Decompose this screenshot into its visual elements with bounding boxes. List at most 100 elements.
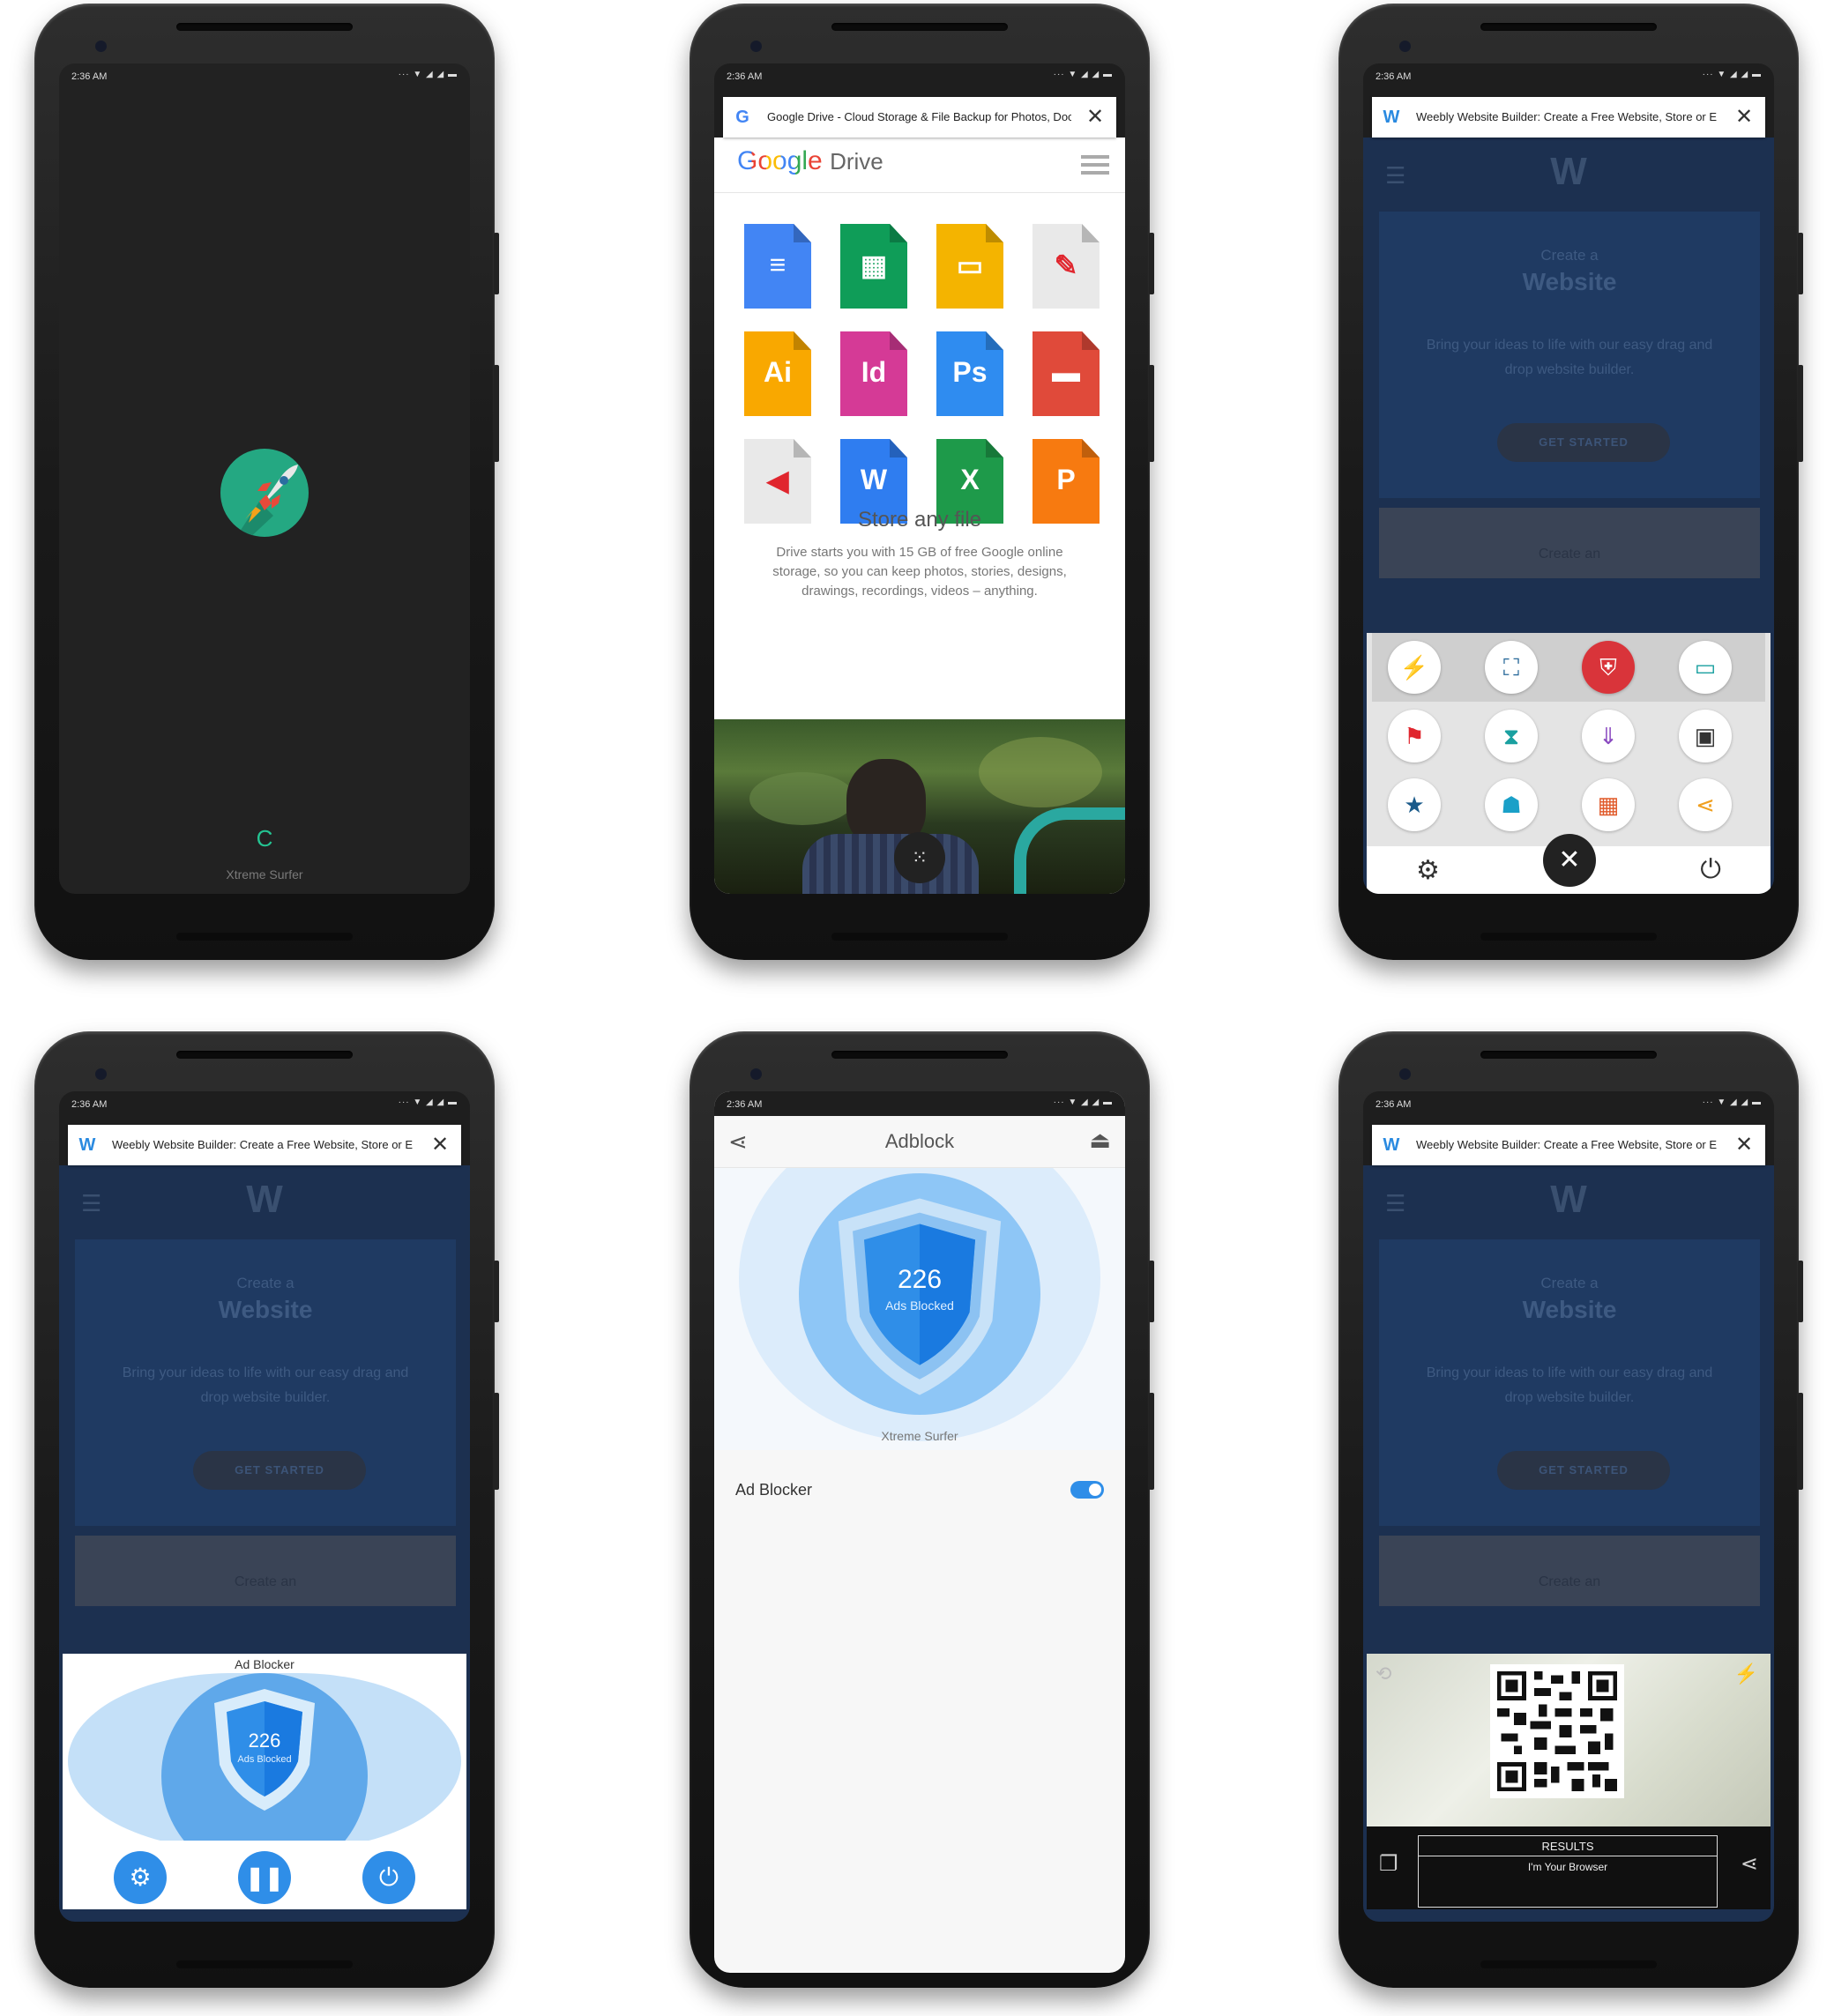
camera [1398, 39, 1413, 54]
tile-label: ▬ [1052, 356, 1080, 388]
video-icon: ▬ [1033, 331, 1100, 416]
tile-label: Ps [952, 356, 988, 388]
header-divider [714, 192, 1125, 193]
settings-icon[interactable]: ⚙ [1416, 855, 1440, 886]
status-bar: 2:36 AM ··· ▼ ◢ ◢ ▬ [1376, 70, 1762, 82]
illustrator-icon: Ai [744, 331, 811, 416]
tab-title: Weebly Website Builder: Create a Free We… [112, 1138, 414, 1151]
panel-toolbar: ⚙ ❚❚ ⏻ [63, 1841, 466, 1909]
broom-icon[interactable]: ⏏ [1089, 1127, 1111, 1154]
band: Create an [75, 1536, 456, 1606]
tile-label: ▦ [860, 249, 888, 281]
favorite-icon[interactable]: ★ [1388, 778, 1441, 831]
menu-icon[interactable]: ☰ [81, 1190, 101, 1217]
hero-section: Create a Website Bring your ideas to lif… [75, 1239, 456, 1526]
screen-tools: 2:36 AM ··· ▼ ◢ ◢ ▬ ☰ W Create a Website … [1363, 63, 1774, 894]
status-time: 2:36 AM [71, 71, 108, 82]
store-body: Drive starts you with 15 GB of free Goog… [772, 545, 1067, 599]
adblock-hero: 226 Ads Blocked Xtreme Surfer [714, 1168, 1125, 1450]
result-text: I'm Your Browser [1527, 1861, 1608, 1873]
close-tab-icon[interactable]: ✕ [428, 1133, 452, 1157]
apps-grid-icon[interactable]: ⁙ [894, 832, 945, 883]
close-tab-icon[interactable]: ✕ [1732, 1133, 1756, 1157]
copy-icon[interactable]: ❐ [1379, 1851, 1398, 1877]
url-bar[interactable]: W Weebly Website Builder: Create a Free … [1372, 1125, 1765, 1165]
drive-logo[interactable]: Google Drive [737, 146, 883, 176]
desktop-icon[interactable]: ▭ [1679, 641, 1732, 694]
lightning-icon[interactable]: ⚡ [1388, 641, 1441, 694]
menu-icon[interactable]: ☰ [1385, 1190, 1405, 1217]
docs-icon: ≡ [744, 224, 811, 309]
get-started-button[interactable]: GET STARTED [1497, 1451, 1670, 1490]
chin [176, 933, 353, 941]
close-tab-icon[interactable]: ✕ [1732, 105, 1756, 130]
speaker [1480, 23, 1657, 31]
tab-title: Weebly Website Builder: Create a Free We… [1416, 110, 1718, 123]
panel-title: Ad Blocker [235, 1657, 294, 1671]
url-bar[interactable]: W Weebly Website Builder: Create a Free … [68, 1125, 461, 1165]
slide [1014, 807, 1125, 894]
tile-label: Ai [764, 356, 792, 388]
tab-title: Google Drive - Cloud Storage & File Back… [767, 110, 1071, 123]
tile-label: ✎ [1054, 249, 1078, 281]
bookmark-icon[interactable]: ⚑ [1388, 710, 1441, 763]
close-tab-icon[interactable]: ✕ [1083, 105, 1107, 130]
indesign-icon: Id [840, 331, 907, 416]
tile-label: Id [861, 356, 887, 388]
hero-small: Create a [1540, 247, 1599, 264]
menu-icon[interactable] [1081, 155, 1109, 175]
weebly-favicon-icon: W [78, 1135, 96, 1155]
tools-menu: ⚡ ⛶ ⛨ ▭ ⚑ ⧗ ⇓ ▣ ★ ☗ ▦ ⋖ ⚙ ✕ ⏻ [1367, 633, 1771, 894]
weebly-logo-icon: W [1550, 150, 1587, 193]
weebly-logo-icon: W [246, 1178, 283, 1221]
download-icon[interactable]: ⇓ [1582, 710, 1635, 763]
google-favicon-icon: G [735, 108, 749, 127]
save-icon[interactable]: ▣ [1679, 710, 1732, 763]
fullscreen-icon[interactable]: ⛶ [1485, 641, 1538, 694]
pause-button[interactable]: ❚❚ [238, 1851, 291, 1904]
adblock-toggle-row[interactable]: Ad Blocker [714, 1465, 1125, 1514]
phone-adblock-page: 2:36 AM ··· ▼ ◢ ◢ ▬ ⋖ Adblock ⏏ 226 Ads B… [690, 1031, 1154, 1988]
brand-label: Xtreme Surfer [881, 1429, 958, 1443]
phone-tools-menu: 2:36 AM ··· ▼ ◢ ◢ ▬ ☰ W Create a Website … [1338, 4, 1803, 960]
hero-body: Bring your ideas to life with our easy d… [1426, 338, 1713, 377]
power-icon[interactable]: ⏻ [1700, 855, 1721, 885]
status-bar: 2:36 AM ··· ▼ ◢ ◢ ▬ [1376, 1097, 1762, 1110]
drive-wordmark: Drive [830, 148, 883, 175]
chin [1480, 1960, 1657, 1968]
pdf-icon: ✎ [1033, 224, 1100, 309]
speaker [176, 1051, 353, 1059]
loading-spinner: C [256, 825, 273, 852]
hero-title: Website [1522, 268, 1617, 295]
qr-icon[interactable]: ▦ [1582, 778, 1635, 831]
flash-icon[interactable]: ⚡ [1734, 1663, 1758, 1685]
menu-icon[interactable]: ☰ [1385, 162, 1405, 190]
get-started-button[interactable]: GET STARTED [1497, 423, 1670, 462]
status-bar: 2:36 AM ··· ▼ ◢ ◢ ▬ [59, 63, 470, 88]
switch-camera-icon[interactable]: ⟲ [1376, 1663, 1391, 1685]
screen-splash: 2:36 AM ··· ▼ ◢ ◢ ▬ C Xtreme Surfer [59, 63, 470, 894]
power-button[interactable]: ⏻ [362, 1851, 415, 1904]
url-bar[interactable]: W Weebly Website Builder: Create a Free … [1372, 97, 1765, 138]
adblock-icon[interactable]: ⛨ [1582, 641, 1635, 694]
screen-adblock-page: 2:36 AM ··· ▼ ◢ ◢ ▬ ⋖ Adblock ⏏ 226 Ads B… [714, 1091, 1125, 1973]
share-icon[interactable]: ⋖ [1679, 778, 1732, 831]
hourglass-icon[interactable]: ⧗ [1485, 710, 1538, 763]
screen-qr: 2:36 AM ··· ▼ ◢ ◢ ▬ ☰ W Create a Website … [1363, 1091, 1774, 1922]
shield-icon [827, 1193, 1012, 1401]
speaker [176, 23, 353, 31]
url-bar[interactable]: G Google Drive - Cloud Storage & File Ba… [723, 97, 1116, 138]
adblock-switch[interactable] [1070, 1481, 1104, 1499]
weebly-logo-icon: W [1550, 1178, 1587, 1221]
tile-label: ◀ [766, 465, 789, 496]
settings-button[interactable]: ⚙ [114, 1851, 167, 1904]
shirt-icon[interactable]: ☗ [1485, 778, 1538, 831]
tile-label: ≡ [769, 249, 787, 280]
blocked-label: Ads Blocked [237, 1754, 292, 1765]
share-icon[interactable]: ⋖ [1741, 1851, 1758, 1877]
close-menu-button[interactable]: ✕ [1543, 834, 1596, 887]
blocked-label: Ads Blocked [885, 1298, 954, 1313]
get-started-button[interactable]: GET STARTED [193, 1451, 366, 1490]
slides-icon: ▭ [936, 224, 1003, 309]
camera [1398, 1067, 1413, 1082]
